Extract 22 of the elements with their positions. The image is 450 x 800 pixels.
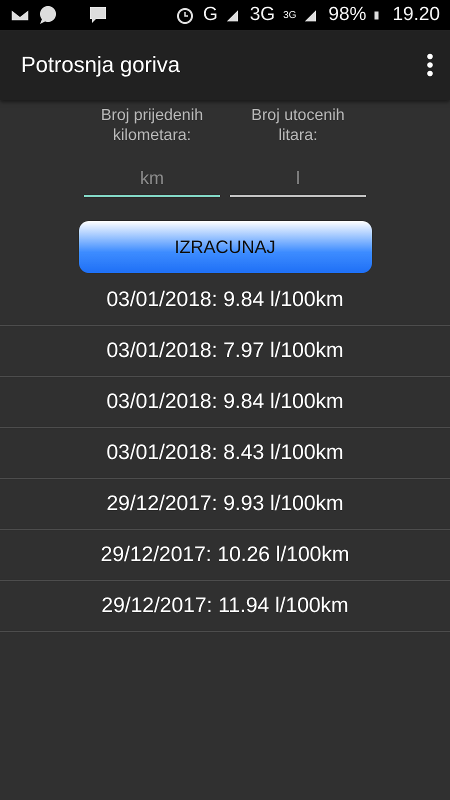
result-row: 03/01/2018: 9.84 l/100km [0,377,450,428]
chat-bubble-icon [38,5,58,25]
result-row: 29/12/2017: 11.94 l/100km [0,581,450,632]
result-row: 03/01/2018: 8.43 l/100km [0,428,450,479]
message-icon [88,5,108,25]
result-row: 29/12/2017: 10.26 l/100km [0,530,450,581]
field-label: Broj prijedenih kilometara: [100,106,204,146]
network-type: G [202,4,218,26]
result-row: 03/01/2018: 9.84 l/100km [0,275,450,326]
input-field[interactable]: km [84,164,220,197]
result-row: 29/12/2017: 9.93 l/100km [0,479,450,530]
alarm-icon [174,5,195,25]
battery-percent: 98% [328,4,366,26]
app-title: Potrosnja goriva [21,52,181,78]
result-row: 03/01/2018: 7.97 l/100km [0,326,450,377]
calculate-button[interactable]: IZRACUNAJ [78,221,372,273]
clock: 19.20 [392,4,440,26]
network-superscript-label: 3G [283,10,296,20]
network-type: 3G [250,4,276,26]
field-label: Broj utocenih litara: [250,106,346,146]
input-field[interactable]: l [230,164,366,197]
more-menu-icon[interactable] [426,53,434,77]
